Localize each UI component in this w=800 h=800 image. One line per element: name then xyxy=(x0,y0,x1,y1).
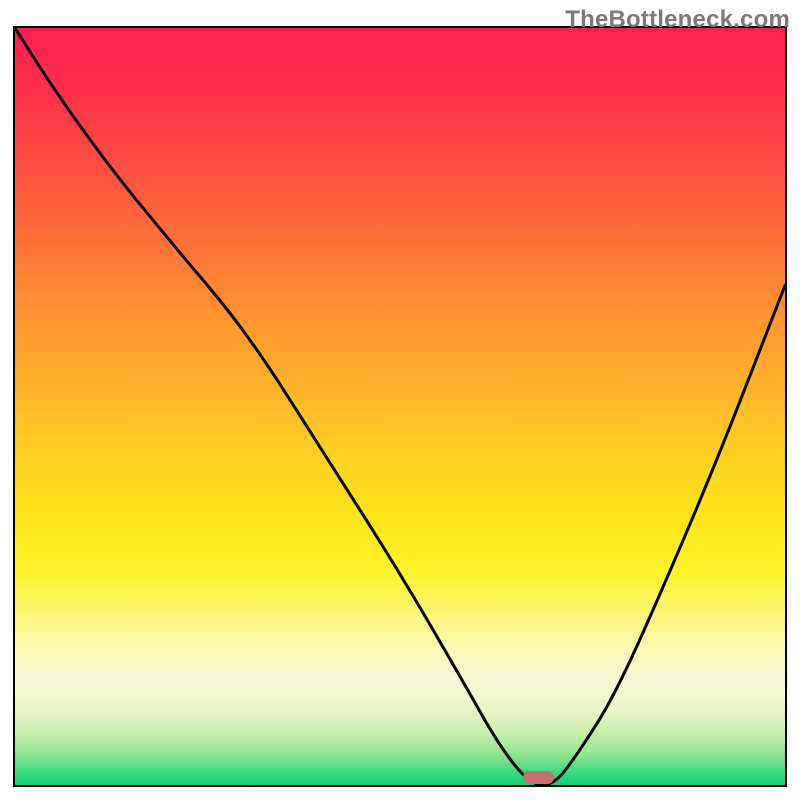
plot-area xyxy=(13,26,787,787)
watermark-text: TheBottleneck.com xyxy=(565,6,790,34)
bottleneck-curve xyxy=(15,28,785,785)
chart-container: TheBottleneck.com xyxy=(0,0,800,800)
curve-layer xyxy=(15,28,785,785)
optimum-marker xyxy=(523,771,554,784)
